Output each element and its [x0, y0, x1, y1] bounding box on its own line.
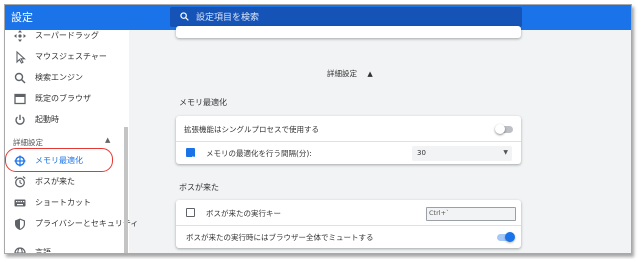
memory-interval-checkbox[interactable] — [186, 148, 195, 162]
boss-mute-row: ボスが来たの実行時にはブラウザー全体でミュートする — [176, 226, 521, 248]
sidebar-item-languages[interactable]: 言語 — [5, 243, 123, 254]
globe-icon — [14, 247, 26, 253]
boss-hotkey-label: ボスが来たの実行キー — [206, 209, 281, 218]
sidebar-item-label: ボスが来た — [35, 177, 75, 186]
sidebar-item-label: スーパードラッグ — [35, 31, 99, 40]
advanced-toggle[interactable]: 詳細設定 ▲ — [327, 68, 373, 79]
chevron-down-icon: ▼ — [503, 149, 508, 156]
memory-interval-label: メモリの最適化を行う間隔(分): — [206, 149, 312, 158]
memory-section-title: メモリ最適化 — [179, 98, 227, 107]
sidebar-item-label: ショートカット — [35, 198, 91, 207]
boss-section-title: ボスが来た — [179, 183, 219, 192]
sidebar-item-label: 言語 — [35, 248, 51, 254]
sidebar-section-advanced[interactable]: 詳細設定 ▲ — [13, 136, 110, 148]
boss-hotkey-input[interactable]: Ctrl+` — [426, 207, 516, 221]
sidebar-item-label: マウスジェスチャー — [35, 52, 107, 61]
boss-hotkey-value: Ctrl+` — [429, 209, 450, 217]
boss-mute-toggle[interactable] — [497, 232, 515, 242]
boss-hotkey-row: ボスが来たの実行キー Ctrl+` — [176, 202, 521, 224]
sidebar-item-boss-key[interactable]: ボスが来た — [5, 172, 123, 192]
boss-settings-card: ボスが来たの実行キー Ctrl+` ボスが来たの実行時にはブラウザー全体でミュー… — [176, 200, 521, 248]
single-process-toggle[interactable] — [495, 124, 513, 134]
keyboard-icon — [14, 199, 26, 207]
shield-icon — [15, 218, 25, 230]
main-content: 詳細設定 ▲ メモリ最適化 拡張機能はシングルプロセスで使用する メモリの最適化… — [129, 26, 631, 253]
sidebar-item-privacy-security[interactable]: プライバシーとセキュリティ — [5, 214, 138, 234]
highlight-circle — [5, 148, 113, 172]
alarm-clock-icon — [14, 176, 26, 188]
search-icon — [180, 12, 189, 21]
search-icon — [14, 72, 26, 84]
memory-interval-value: 30 — [417, 149, 426, 157]
memory-interval-select[interactable]: 30 ▼ — [412, 146, 512, 161]
sidebar: スーパードラッグ マウスジェスチャー 検索エンジン 既定のブラウザ 起動時 詳細… — [5, 30, 138, 254]
sidebar-item-search-engine[interactable]: 検索エンジン — [5, 68, 123, 88]
sidebar-item-shortcuts[interactable]: ショートカット — [5, 193, 123, 213]
sidebar-item-label: 起動時 — [35, 115, 59, 124]
boss-hotkey-checkbox[interactable] — [186, 208, 195, 217]
sidebar-item-label: 既定のブラウザ — [35, 94, 91, 103]
single-process-label: 拡張機能はシングルプロセスで使用する — [184, 125, 319, 134]
sidebar-item-on-startup[interactable]: 起動時 — [5, 110, 123, 130]
drag-arrows-icon — [14, 30, 26, 42]
search-box[interactable]: 設定項目を検索 — [170, 7, 522, 27]
sidebar-item-mouse-gesture[interactable]: マウスジェスチャー — [5, 47, 123, 67]
caret-up-icon: ▲ — [367, 70, 373, 78]
boss-mute-label: ボスが来たの実行時にはブラウザー全体でミュートする — [186, 233, 374, 242]
sidebar-scrollbar[interactable] — [124, 127, 128, 253]
search-input[interactable]: 設定項目を検索 — [196, 10, 259, 23]
checkmark-icon — [187, 156, 194, 162]
settings-window: 設定 設定項目を検索 スーパードラッグ マウスジェスチャー 検索エンジン 既定の… — [4, 4, 632, 254]
browser-icon — [14, 93, 26, 105]
page-title: 設定 — [11, 11, 33, 24]
power-icon — [15, 114, 25, 125]
sidebar-item-super-drag[interactable]: スーパードラッグ — [5, 26, 123, 46]
sidebar-section-label: 詳細設定 — [13, 138, 43, 147]
cursor-icon — [16, 50, 26, 64]
memory-interval-row: メモリの最適化を行う間隔(分): 30 ▼ — [176, 142, 521, 164]
single-process-row: 拡張機能はシングルプロセスで使用する — [176, 118, 521, 140]
previous-section-card — [176, 26, 521, 38]
caret-up-icon: ▲ — [105, 136, 111, 144]
sidebar-item-label: プライバシーとセキュリティ — [35, 219, 139, 228]
sidebar-item-label: 検索エンジン — [35, 73, 83, 82]
sidebar-item-default-browser[interactable]: 既定のブラウザ — [5, 89, 123, 109]
advanced-label: 詳細設定 — [327, 69, 357, 78]
memory-settings-card: 拡張機能はシングルプロセスで使用する メモリの最適化を行う間隔(分): 30 ▼ — [176, 116, 521, 164]
